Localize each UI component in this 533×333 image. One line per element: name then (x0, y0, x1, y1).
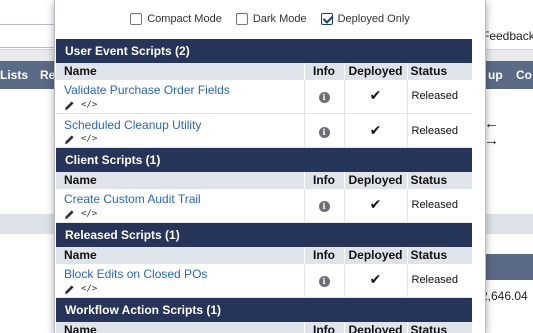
column-header-name: Name (56, 246, 305, 264)
column-header-row: Name Info Deployed Status (56, 62, 473, 80)
checkmark-icon: ✔ (369, 197, 382, 214)
pencil-icon[interactable] (64, 134, 75, 145)
scripts-table: User Event Scripts (2) Name Info Deployed St… (56, 38, 473, 333)
column-header-row: Name Info Deployed Status (56, 321, 473, 333)
column-header-deployed: Deployed (344, 321, 408, 333)
column-header-row: Name Info Deployed Status (56, 171, 473, 189)
info-cell: i (304, 188, 345, 223)
checkmark-icon: ✔ (369, 272, 382, 289)
script-name-cell: Block Edits on Closed POs </> (56, 263, 305, 298)
column-header-deployed: Deployed (344, 62, 408, 80)
nav-item-co[interactable]: Co (516, 68, 532, 82)
section-header-row: Client Scripts (1) (56, 147, 473, 172)
script-row: Create Custom Audit Trail </> i ✔ Released (56, 188, 473, 223)
section-title: Client Scripts (1) (56, 147, 473, 172)
deployed-cell: ✔ (344, 79, 408, 114)
script-name-cell: Validate Purchase Order Fields </> (56, 79, 305, 114)
status-cell: Released (407, 113, 473, 148)
column-header-name: Name (56, 321, 305, 333)
column-header-info: Info (304, 246, 345, 264)
compact-mode-checkbox[interactable] (130, 13, 143, 25)
column-header-status: Status (407, 321, 473, 333)
section-header-row: Released Scripts (1) (56, 222, 473, 247)
dark-mode-toggle[interactable]: Dark Mode (235, 13, 307, 25)
script-row: Validate Purchase Order Fields </> i ✔ Relea… (56, 79, 473, 114)
section-title: Workflow Action Scripts (1) (56, 297, 473, 322)
feedback-link[interactable]: Feedback (482, 29, 533, 43)
status-cell: Released (407, 188, 473, 223)
script-row: Block Edits on Closed POs </> i ✔ Released (56, 263, 473, 298)
info-icon[interactable]: i (318, 126, 330, 138)
column-header-name: Name (56, 62, 305, 80)
script-link[interactable]: Scheduled Cleanup Utility (64, 118, 296, 133)
nav-item-up[interactable]: up (488, 68, 503, 82)
deployed-cell: ✔ (344, 263, 408, 298)
deployed-cell: ✔ (344, 188, 408, 223)
script-link[interactable]: Block Edits on Closed POs (64, 267, 296, 282)
script-name-cell: Scheduled Cleanup Utility </> (56, 113, 305, 148)
info-cell: i (304, 79, 345, 114)
column-header-status: Status (407, 62, 473, 80)
script-link[interactable]: Create Custom Audit Trail (64, 192, 296, 207)
script-actions: </> (64, 99, 296, 111)
section-title: User Event Scripts (2) (56, 38, 473, 63)
column-header-info: Info (304, 171, 345, 189)
section-header-row: User Event Scripts (2) (56, 38, 473, 63)
script-actions: </> (64, 283, 296, 295)
code-icon[interactable]: </> (81, 284, 97, 295)
section-header-row: Workflow Action Scripts (1) (56, 297, 473, 322)
compact-mode-label: Compact Mode (147, 13, 222, 25)
dark-mode-checkbox[interactable] (235, 13, 248, 25)
status-cell: Released (407, 79, 473, 114)
pencil-icon[interactable] (64, 100, 75, 111)
script-link[interactable]: Validate Purchase Order Fields (64, 83, 296, 98)
pencil-icon[interactable] (64, 209, 75, 220)
script-row: Scheduled Cleanup Utility </> i ✔ Released (56, 113, 473, 148)
info-icon[interactable]: i (318, 201, 330, 213)
section-title: Released Scripts (1) (56, 222, 473, 247)
info-cell: i (304, 263, 345, 298)
background-amount: 2,646.04 (481, 289, 528, 303)
column-header-status: Status (407, 171, 473, 189)
nav-item-lists[interactable]: Lists (0, 68, 28, 82)
code-icon[interactable]: </> (81, 134, 97, 145)
script-name-cell: Create Custom Audit Trail </> (56, 188, 305, 223)
status-cell: Released (407, 263, 473, 298)
column-header-name: Name (56, 171, 305, 189)
column-header-info: Info (304, 321, 345, 333)
deployed-only-checkbox[interactable] (320, 13, 333, 25)
column-header-status: Status (407, 246, 473, 264)
script-actions: </> (64, 208, 296, 220)
checkmark-icon: ✔ (369, 88, 382, 105)
pager-arrows[interactable]: ← → (484, 115, 533, 149)
filter-bar: Compact Mode Dark Mode Deployed Only (55, 0, 485, 38)
column-header-row: Name Info Deployed Status (56, 246, 473, 264)
background-search-field[interactable] (0, 24, 56, 48)
checkmark-icon: ✔ (369, 122, 382, 139)
column-header-deployed: Deployed (344, 246, 408, 264)
deployed-only-toggle[interactable]: Deployed Only (320, 13, 410, 25)
script-actions: </> (64, 134, 296, 146)
column-header-deployed: Deployed (344, 171, 408, 189)
compact-mode-toggle[interactable]: Compact Mode (130, 13, 222, 25)
column-header-info: Info (304, 62, 345, 80)
info-icon[interactable]: i (318, 92, 330, 104)
deployed-cell: ✔ (344, 113, 408, 148)
code-icon[interactable]: </> (81, 100, 97, 111)
info-icon[interactable]: i (318, 276, 330, 288)
pencil-icon[interactable] (64, 284, 75, 295)
scripts-popup: Compact Mode Dark Mode Deployed Only Use… (54, 0, 486, 333)
code-icon[interactable]: </> (81, 209, 97, 220)
deployed-only-label: Deployed Only (337, 13, 410, 25)
dark-mode-label: Dark Mode (252, 13, 307, 25)
info-cell: i (304, 113, 345, 148)
